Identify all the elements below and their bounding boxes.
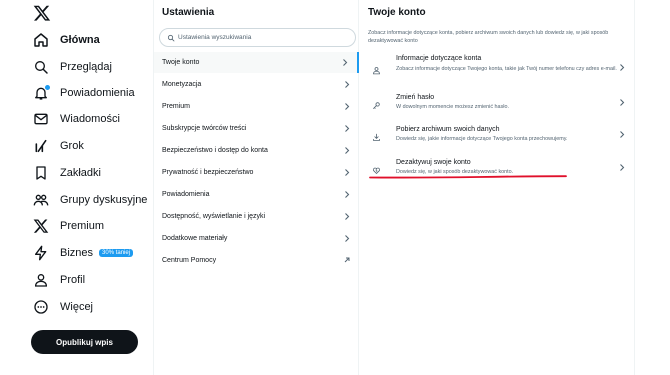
person-icon xyxy=(32,271,50,289)
settings-search-input[interactable] xyxy=(178,34,348,41)
notification-dot xyxy=(44,84,51,91)
settings-item-privacy-safety[interactable]: Prywatność i bezpieczeństwo xyxy=(154,162,359,183)
nav-item-bookmarks[interactable]: Zakładki xyxy=(32,160,144,186)
settings-item-security-access[interactable]: Bezpieczeństwo i dostęp do konta xyxy=(154,140,359,161)
chevron-right-icon xyxy=(345,213,350,220)
x-logo-icon xyxy=(32,217,50,235)
search-icon xyxy=(167,34,175,41)
settings-item-premium[interactable]: Premium xyxy=(154,96,359,117)
red-underline-annotation xyxy=(369,175,567,179)
settings-item-label: Monetyzacja xyxy=(162,81,202,88)
account-item-title: Informacje dotyczące konta xyxy=(396,55,482,62)
account-column: Twoje konto Zobacz informacje dotyczące … xyxy=(360,0,635,375)
account-item-subtitle: Dowiedz się, jakie informacje dotyczące … xyxy=(396,136,568,142)
chevron-right-icon xyxy=(345,125,350,132)
nav-item-premium[interactable]: Premium xyxy=(32,213,144,239)
account-item-subtitle: W dowolnym momencie możesz zmienić hasło… xyxy=(396,104,509,110)
settings-item-notifications[interactable]: Powiadomienia xyxy=(154,184,359,205)
external-link-icon xyxy=(344,257,350,263)
x-logo-icon[interactable] xyxy=(33,4,51,22)
settings-item-help-center[interactable]: Centrum Pomocy xyxy=(154,250,359,271)
chevron-right-icon xyxy=(345,169,350,176)
settings-search[interactable] xyxy=(159,28,356,47)
settings-item-your-account[interactable]: Twoje konto xyxy=(154,52,359,73)
nav-item-notifications[interactable]: Powiadomienia xyxy=(32,80,144,106)
chevron-right-icon xyxy=(620,131,625,138)
settings-item-label: Dostępność, wyświetlanie i języki xyxy=(162,213,266,220)
bell-icon xyxy=(32,84,51,102)
chevron-right-icon xyxy=(345,147,350,154)
nav-label: Przeglądaj xyxy=(60,61,112,73)
search-icon xyxy=(32,58,50,76)
nav-label: Główna xyxy=(60,34,100,46)
post-button[interactable]: Opublikuj wpis xyxy=(31,330,138,354)
account-description: Zobacz informacje dotyczące konta, pobie… xyxy=(368,30,609,44)
people-icon xyxy=(32,191,50,209)
settings-item-label: Twoje konto xyxy=(162,59,200,66)
nav-item-business[interactable]: Biznes 30% taniej xyxy=(32,240,144,266)
chevron-right-icon xyxy=(343,59,348,66)
chevron-right-icon xyxy=(345,103,350,110)
nav-label: Grok xyxy=(60,140,84,152)
account-item-title: Dezaktywuj swoje konto xyxy=(396,159,471,166)
chevron-right-icon xyxy=(620,99,625,106)
home-icon xyxy=(32,31,50,49)
person-icon xyxy=(372,62,382,75)
account-item-title: Pobierz archiwum swoich danych xyxy=(396,126,500,133)
account-title: Twoje konto xyxy=(368,7,426,18)
account-item-download-archive[interactable]: Pobierz archiwum swoich danych Dowiedz s… xyxy=(360,122,634,148)
envelope-icon xyxy=(32,110,50,128)
settings-item-label: Centrum Pomocy xyxy=(162,257,217,264)
account-item-subtitle: Zobacz informacje dotyczące Twojego kont… xyxy=(396,66,617,72)
nav-label: Zakładki xyxy=(60,167,101,179)
nav-item-communities[interactable]: Grupy dyskusyjne xyxy=(32,187,148,213)
nav-label: Wiadomości xyxy=(60,113,120,125)
chevron-right-icon xyxy=(620,164,625,171)
settings-item-label: Subskrypcje twórców treści xyxy=(162,125,247,132)
nav-item-more[interactable]: Więcej xyxy=(32,294,144,320)
settings-item-label: Bezpieczeństwo i dostęp do konta xyxy=(162,147,268,154)
chevron-right-icon xyxy=(345,81,350,88)
nav-item-grok[interactable]: Grok xyxy=(32,133,144,159)
nav-item-home[interactable]: Główna xyxy=(32,27,144,53)
nav-label: Profil xyxy=(60,274,86,286)
settings-item-monetization[interactable]: Monetyzacja xyxy=(154,74,359,95)
key-icon xyxy=(372,97,382,109)
discount-badge: 30% taniej xyxy=(99,249,134,257)
download-icon xyxy=(372,129,382,141)
nav-label: Powiadomienia xyxy=(60,87,135,99)
lightning-icon xyxy=(32,244,50,262)
grok-icon xyxy=(32,137,50,155)
settings-item-additional-resources[interactable]: Dodatkowe materiały xyxy=(154,228,359,249)
settings-item-accessibility[interactable]: Dostępność, wyświetlanie i języki xyxy=(154,206,359,227)
settings-column: Ustawienia Twoje konto Monetyzacja Premi… xyxy=(153,0,359,375)
nav-item-profile[interactable]: Profil xyxy=(32,267,144,293)
nav-label: Więcej xyxy=(60,301,94,313)
chevron-right-icon xyxy=(345,235,350,242)
settings-item-label: Dodatkowe materiały xyxy=(162,235,228,242)
settings-title: Ustawienia xyxy=(162,7,215,18)
primary-navigation: Główna Przeglądaj Powiadomienia Wiadomoś… xyxy=(0,0,152,375)
broken-heart-icon xyxy=(372,162,382,174)
bookmark-icon xyxy=(32,164,50,182)
nav-label: Premium xyxy=(60,220,105,232)
settings-item-label: Powiadomienia xyxy=(162,191,210,198)
account-item-change-password[interactable]: Zmień hasło W dowolnym momencie możesz z… xyxy=(360,91,634,115)
account-item-info[interactable]: Informacje dotyczące konta Zobacz inform… xyxy=(360,54,634,87)
chevron-right-icon xyxy=(620,64,625,71)
nav-item-explore[interactable]: Przeglądaj xyxy=(32,54,144,80)
nav-item-messages[interactable]: Wiadomości xyxy=(32,106,144,132)
settings-item-creator-subscriptions[interactable]: Subskrypcje twórców treści xyxy=(154,118,359,139)
chevron-right-icon xyxy=(345,191,350,198)
nav-label: Grupy dyskusyjne xyxy=(60,194,148,206)
nav-label: Biznes xyxy=(60,247,94,259)
settings-item-label: Premium xyxy=(162,103,191,110)
account-item-title: Zmień hasło xyxy=(396,94,435,101)
more-circle-icon xyxy=(32,298,50,316)
settings-item-label: Prywatność i bezpieczeństwo xyxy=(162,169,254,176)
